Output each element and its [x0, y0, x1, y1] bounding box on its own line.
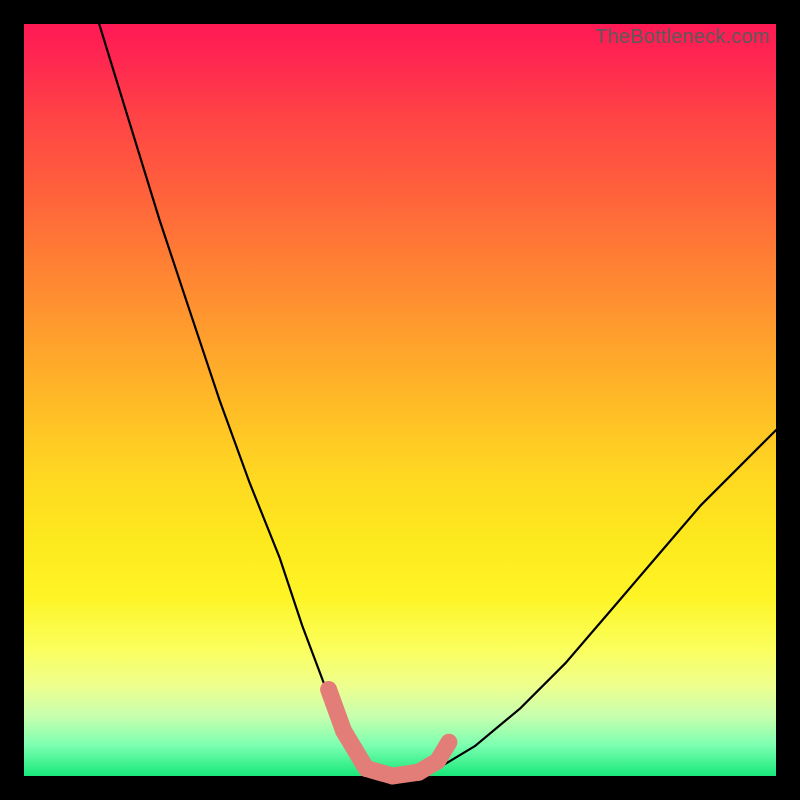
outer-frame: TheBottleneck.com: [0, 0, 800, 800]
curve-overlay: [0, 0, 800, 800]
highlight-segment: [438, 742, 449, 761]
bottleneck-curve: [99, 24, 776, 776]
watermark-text: TheBottleneck.com: [595, 26, 770, 49]
